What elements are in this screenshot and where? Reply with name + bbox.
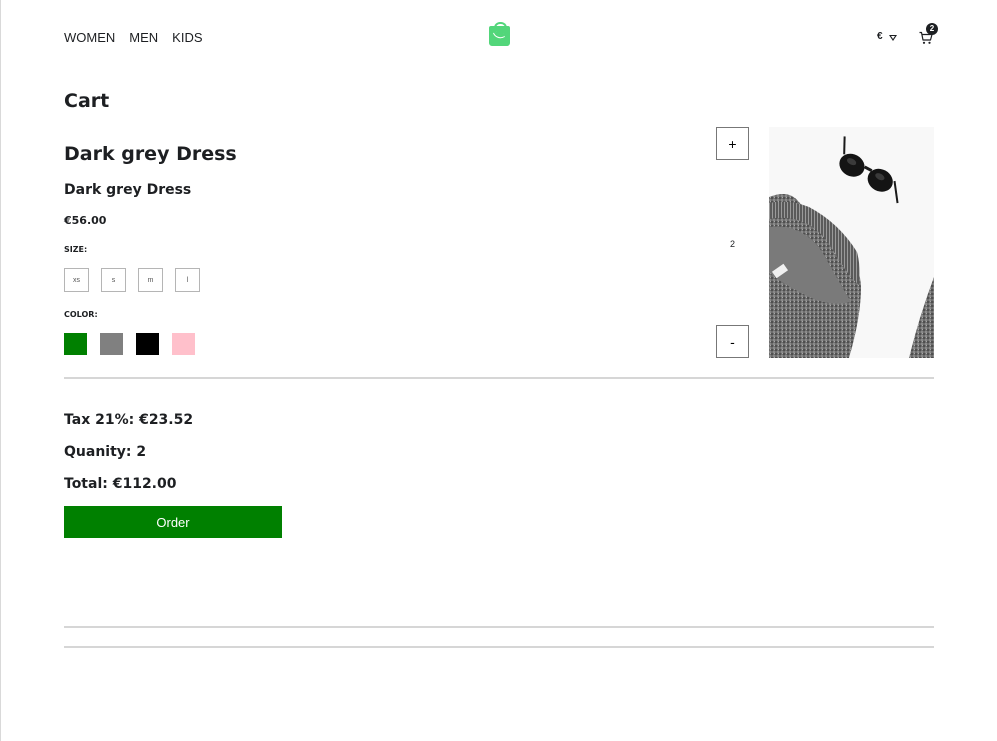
- page-title: Cart: [64, 90, 110, 112]
- size-label: SIZE:: [64, 245, 88, 254]
- footer-divider-top: [64, 626, 934, 628]
- size-option-s[interactable]: s: [101, 268, 126, 292]
- increase-quantity-button[interactable]: +: [716, 127, 749, 160]
- size-option-m[interactable]: m: [138, 268, 163, 292]
- brand-logo-icon[interactable]: [489, 22, 510, 46]
- color-options: [64, 333, 195, 355]
- item-price: €56.00: [64, 214, 107, 227]
- size-options: xs s m l: [64, 268, 200, 292]
- size-option-l[interactable]: l: [175, 268, 200, 292]
- color-label: COLOR:: [64, 310, 98, 319]
- currency-switcher[interactable]: €: [877, 31, 897, 42]
- item-brand: Dark grey Dress: [64, 143, 237, 165]
- footer-divider-bottom: [64, 646, 934, 648]
- total-quantity: Quanity: 2: [64, 444, 147, 460]
- size-option-xs[interactable]: xs: [64, 268, 89, 292]
- item-quantity: 2: [729, 239, 735, 249]
- order-total: Total: €112.00: [64, 476, 177, 492]
- cart-count-badge: 2: [926, 23, 938, 35]
- color-swatch-grey[interactable]: [100, 333, 123, 355]
- color-swatch-black[interactable]: [136, 333, 159, 355]
- tax-amount: Tax 21%: €23.52: [64, 412, 194, 428]
- currency-symbol: €: [877, 31, 883, 42]
- item-divider: [64, 377, 934, 379]
- color-swatch-pink[interactable]: [172, 333, 195, 355]
- decrease-quantity-button[interactable]: -: [716, 325, 749, 358]
- nav-item-men[interactable]: MEN: [129, 30, 158, 45]
- cart-button[interactable]: 2: [919, 23, 938, 47]
- nav-item-kids[interactable]: KIDS: [172, 30, 202, 45]
- category-nav: WOMEN MEN KIDS: [64, 30, 203, 45]
- product-image: [769, 127, 934, 358]
- color-swatch-green[interactable]: [64, 333, 87, 355]
- item-name: Dark grey Dress: [64, 182, 192, 198]
- order-button[interactable]: Order: [64, 506, 282, 538]
- nav-item-women[interactable]: WOMEN: [64, 30, 115, 45]
- page: WOMEN MEN KIDS € 2 Cart Dark grey Dress …: [0, 0, 997, 741]
- chevron-down-icon: [888, 34, 897, 41]
